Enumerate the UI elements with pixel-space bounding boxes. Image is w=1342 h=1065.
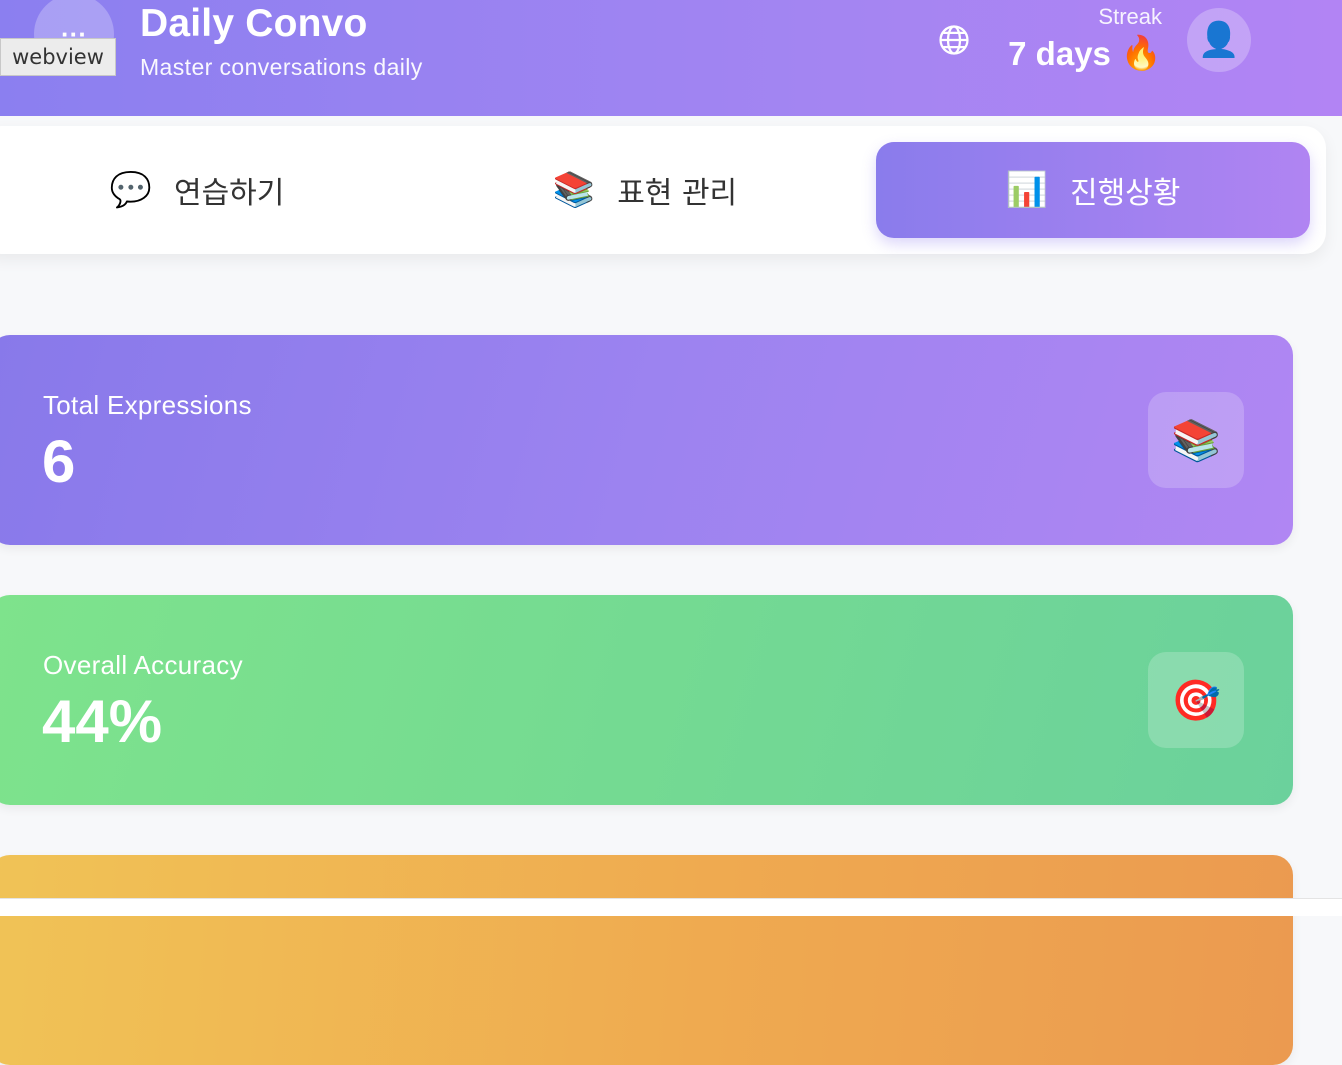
- tab-expressions[interactable]: 📚 표현 관리: [428, 142, 862, 238]
- tab-label: 연습하기: [173, 176, 285, 211]
- stat-label: Total Expressions: [43, 390, 252, 420]
- tab-label: 표현 관리: [617, 176, 738, 211]
- bar-chart-icon: 📊: [1005, 170, 1048, 210]
- stat-card-total-expressions: Total Expressions 6 📚: [0, 335, 1293, 545]
- speech-bubble-icon: 💬: [109, 170, 152, 210]
- streak-days: 7 days: [1008, 34, 1111, 72]
- streak-label: Streak: [1098, 4, 1162, 29]
- books-icon: 📚: [1148, 392, 1244, 488]
- app-subtitle: Master conversations daily: [140, 54, 423, 80]
- stat-value: 6: [42, 428, 76, 495]
- user-icon: 👤: [1197, 21, 1241, 59]
- streak-value: 7 days 🔥: [1008, 34, 1162, 73]
- stat-card-third: [0, 855, 1293, 1065]
- avatar[interactable]: 👤: [1187, 8, 1251, 72]
- tab-progress[interactable]: 📊 진행상황: [876, 142, 1310, 238]
- stat-value: 44%: [42, 688, 163, 755]
- app-header: ··· webview Daily Convo Master conversat…: [0, 0, 1342, 116]
- globe-icon: [939, 25, 969, 55]
- tab-label: 진행상황: [1069, 176, 1181, 211]
- tab-practice[interactable]: 💬 연습하기: [0, 142, 414, 238]
- stat-card-overall-accuracy: Overall Accuracy 44% 🎯: [0, 595, 1293, 805]
- tab-bar: 💬 연습하기 📚 표현 관리 📊 진행상황: [0, 126, 1326, 254]
- bottom-edge: [0, 898, 1342, 916]
- language-button[interactable]: [934, 20, 974, 60]
- target-icon: 🎯: [1148, 652, 1244, 748]
- books-icon: 📚: [552, 170, 596, 210]
- app-title: Daily Convo: [140, 2, 368, 45]
- stat-label: Overall Accuracy: [43, 650, 243, 680]
- fire-icon: 🔥: [1120, 34, 1162, 71]
- webview-label: webview: [0, 38, 116, 76]
